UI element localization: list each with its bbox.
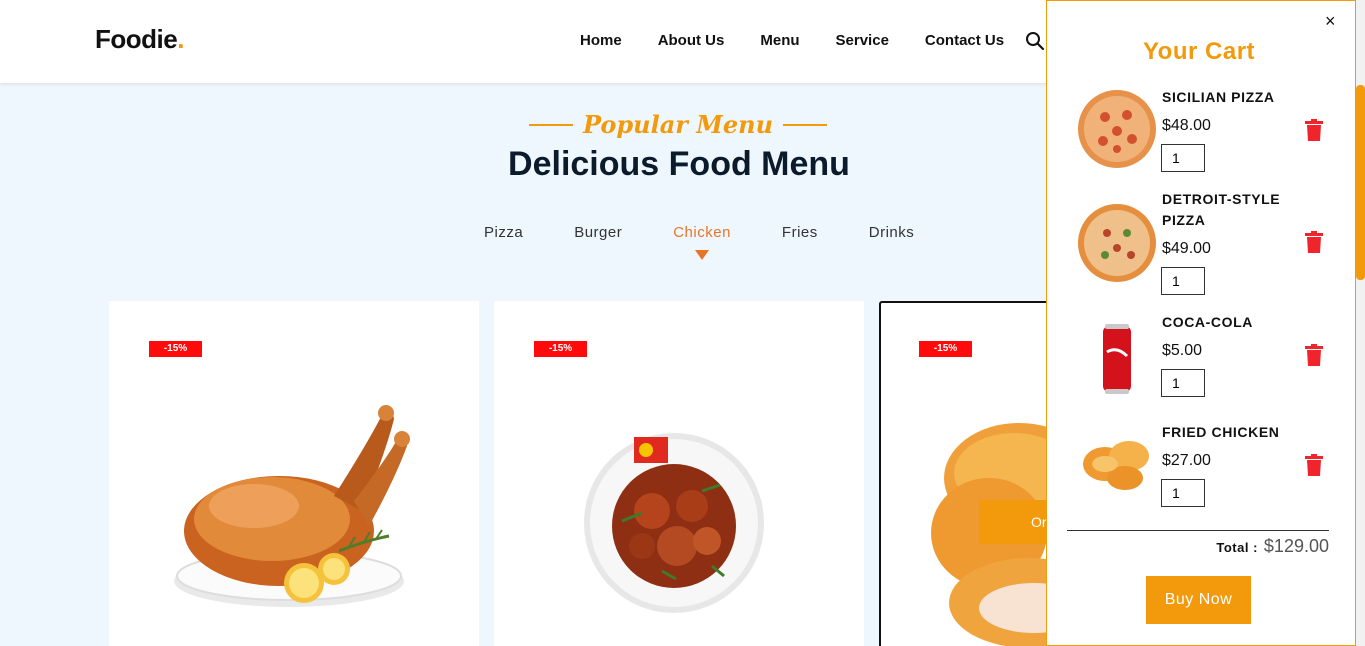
trash-icon[interactable] <box>1305 231 1323 253</box>
cart-title: Your Cart <box>1142 38 1256 65</box>
tab-pizza[interactable]: Pizza <box>484 224 523 241</box>
tab-burger[interactable]: Burger <box>574 224 622 241</box>
nav-menu[interactable]: Menu <box>760 32 799 49</box>
quantity-input[interactable] <box>1161 267 1205 295</box>
cart-item-price: $48.00 <box>1162 117 1211 134</box>
chicken-dish-image <box>584 433 764 613</box>
nav-home[interactable]: Home <box>580 32 622 49</box>
subtitle-line-left <box>528 123 573 126</box>
menu-tabs: Pizza Burger Chicken Fries Drinks <box>484 224 965 260</box>
trash-icon[interactable] <box>1305 344 1323 366</box>
cart-item-price: $27.00 <box>1162 452 1211 469</box>
buy-now-button[interactable]: Buy Now <box>1146 576 1251 624</box>
tab-drinks[interactable]: Drinks <box>869 224 915 241</box>
pizza-icon <box>1078 90 1156 168</box>
fried-chicken-icon <box>1083 441 1149 490</box>
cart-item-name: COCA-COLA <box>1162 314 1253 330</box>
quantity-input[interactable] <box>1161 144 1205 172</box>
cart-scrollbar[interactable] <box>1356 0 1365 646</box>
subtitle-line-right <box>783 123 828 126</box>
main-nav: Home About Us Menu Service Contact Us <box>580 32 1040 49</box>
roast-chicken-image <box>174 405 410 607</box>
cart-total-value: $129.00 <box>1263 536 1329 556</box>
nav-about-us[interactable]: About Us <box>658 32 725 49</box>
discount-badge: -15% <box>149 341 202 357</box>
cart-item-name: SICILIAN PIZZA <box>1162 89 1275 105</box>
product-card[interactable]: -15% <box>494 301 864 646</box>
nav-service[interactable]: Service <box>836 32 889 49</box>
cart-panel: × Your Cart SICILIAN PIZZA $48.00 DETROI… <box>1046 0 1356 646</box>
trash-icon[interactable] <box>1305 454 1323 476</box>
discount-badge: -15% <box>919 341 972 357</box>
pizza-icon <box>1078 204 1156 282</box>
cart-total-label: Total : <box>1216 540 1258 555</box>
scrollbar-thumb[interactable] <box>1356 85 1365 280</box>
tab-fries[interactable]: Fries <box>782 224 818 241</box>
tab-chicken[interactable]: Chicken <box>673 224 731 260</box>
close-icon[interactable]: × <box>1325 11 1336 32</box>
quantity-input[interactable] <box>1161 369 1205 397</box>
section-subtitle: Popular Menu <box>582 110 774 139</box>
discount-badge: -15% <box>534 341 587 357</box>
cart-item-name: DETROIT-STYLE PIZZA <box>1162 191 1281 228</box>
cart-item-price: $49.00 <box>1162 240 1211 257</box>
nav-contact-us[interactable]: Contact Us <box>925 32 1004 49</box>
brand-dot: . <box>177 24 184 54</box>
cart-item-price: $5.00 <box>1162 342 1203 359</box>
soda-can-icon <box>1103 324 1131 394</box>
cart-item-name: FRIED CHICKEN <box>1162 424 1280 440</box>
cart-divider <box>1067 530 1329 531</box>
brand-name: Foodie <box>95 24 178 54</box>
brand-logo[interactable]: Foodie. <box>95 24 184 55</box>
cart-total: Total : $129.00 <box>1216 536 1329 557</box>
search-icon[interactable] <box>1025 31 1045 51</box>
trash-icon[interactable] <box>1305 119 1323 141</box>
product-card[interactable]: -15% <box>109 301 479 646</box>
quantity-input[interactable] <box>1161 479 1205 507</box>
